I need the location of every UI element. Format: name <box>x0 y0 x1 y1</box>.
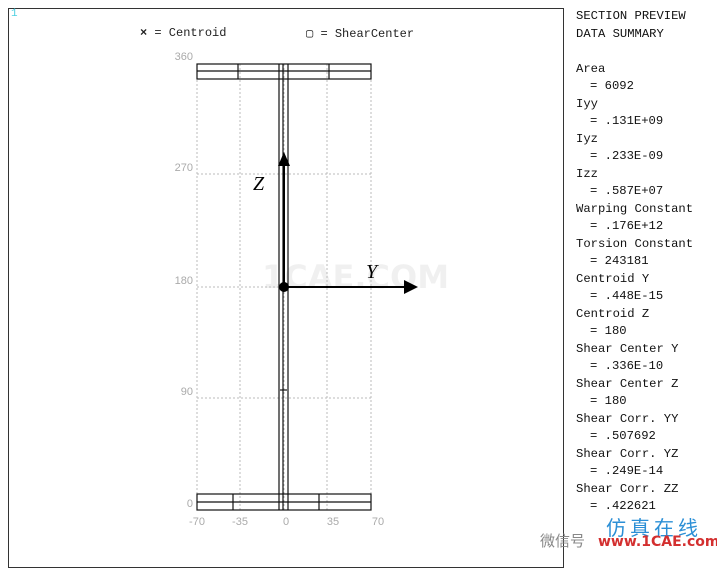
z-axis-label: Z <box>253 173 265 195</box>
summary-value: = .507692 <box>590 429 656 443</box>
watermark-wechat: 微信号 <box>540 532 586 550</box>
summary-value: = .131E+09 <box>590 114 664 128</box>
summary-label: Shear Corr. YY <box>576 411 679 426</box>
summary-value: = .336E-10 <box>590 359 664 373</box>
x-tick: 0 <box>283 516 289 528</box>
summary-value: = 180 <box>590 324 627 338</box>
x-tick: 70 <box>372 516 384 528</box>
summary-label: Iyz <box>576 131 598 146</box>
summary-label: Shear Corr. YZ <box>576 446 679 461</box>
watermark-url: www.1CAE.com <box>598 534 717 550</box>
summary-value: = .249E-14 <box>590 464 664 478</box>
summary-value: = .587E+07 <box>590 184 664 198</box>
panel-title: SECTION PREVIEW <box>576 9 686 23</box>
summary-value: = 243181 <box>590 254 649 268</box>
y-tick: 90 <box>181 386 193 398</box>
summary-label: Shear Corr. ZZ <box>576 481 679 496</box>
summary-label: Shear Center Y <box>576 341 679 356</box>
y-axis-label: Y <box>366 261 379 283</box>
summary-value: = .176E+12 <box>590 219 664 233</box>
data-summary-panel: SECTION PREVIEWDATA SUMMARY​Area= 6092Iy… <box>576 8 693 516</box>
summary-label: Izz <box>576 166 598 181</box>
summary-value: = 6092 <box>590 79 634 93</box>
y-tick: 0 <box>187 498 193 510</box>
x-tick: 35 <box>327 516 339 528</box>
summary-value: = .448E-15 <box>590 289 664 303</box>
summary-value: = .233E-09 <box>590 149 664 163</box>
summary-value: = 180 <box>590 394 627 408</box>
y-tick: 180 <box>175 275 193 287</box>
summary-label: Centroid Z <box>576 306 650 321</box>
y-tick: 270 <box>175 162 193 174</box>
summary-label: Torsion Constant <box>576 236 694 251</box>
panel-subtitle: DATA SUMMARY <box>576 26 664 41</box>
x-tick: -35 <box>232 516 248 528</box>
x-tick: -70 <box>189 516 205 528</box>
summary-label: Centroid Y <box>576 271 650 286</box>
centroid-marker <box>279 282 289 292</box>
summary-label: Shear Center Z <box>576 376 679 391</box>
summary-label: Area <box>576 61 606 76</box>
y-tick: 360 <box>175 51 193 63</box>
summary-label: Warping Constant <box>576 201 694 216</box>
summary-label: Iyy <box>576 96 598 111</box>
